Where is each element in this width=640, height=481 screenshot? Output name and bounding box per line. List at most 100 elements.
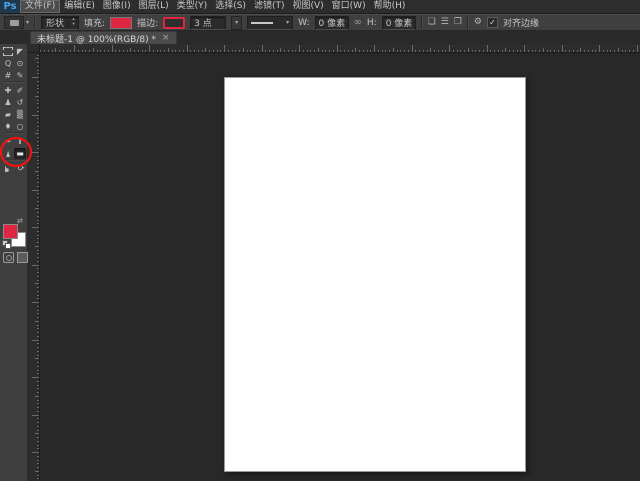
type-tool[interactable]: T bbox=[14, 136, 26, 147]
foreground-color-swatch[interactable] bbox=[3, 224, 18, 239]
crop-tool[interactable]: # bbox=[2, 70, 14, 81]
stroke-style-dropdown[interactable]: ▾ bbox=[247, 16, 293, 30]
menu-item-2[interactable]: 图像(I) bbox=[99, 0, 135, 13]
link-dimensions-icon[interactable]: ∞ bbox=[354, 18, 362, 28]
eyedropper-tool[interactable]: ✎ bbox=[14, 70, 26, 81]
quick-selection-tool[interactable]: ⊙ bbox=[14, 58, 26, 69]
ruler-tick bbox=[213, 50, 214, 52]
menu-item-9[interactable]: 帮助(H) bbox=[370, 0, 410, 13]
history-brush-tool[interactable]: ↺ bbox=[14, 97, 26, 108]
quick-mask-button[interactable] bbox=[3, 252, 14, 263]
pen-tool[interactable]: ✒ bbox=[2, 136, 14, 147]
close-icon[interactable]: × bbox=[162, 34, 170, 43]
document-canvas[interactable] bbox=[224, 77, 526, 472]
ruler-tick bbox=[37, 250, 39, 251]
gear-icon[interactable]: ⚙ bbox=[474, 18, 482, 27]
ruler-tick bbox=[37, 422, 39, 423]
ruler-tick bbox=[445, 50, 446, 52]
brush-tool[interactable]: ✐ bbox=[14, 85, 26, 96]
menu-item-8[interactable]: 窗口(W) bbox=[328, 0, 370, 13]
stroke-width-input[interactable]: 3 点 bbox=[190, 16, 226, 30]
ruler-tick bbox=[35, 283, 39, 284]
menu-item-0[interactable]: 文件(F) bbox=[20, 0, 60, 13]
ruler-tick bbox=[37, 118, 39, 119]
dodge-tool[interactable]: ○ bbox=[14, 121, 26, 132]
hand-tool[interactable]: ☛ bbox=[2, 163, 14, 174]
ruler-tick bbox=[37, 85, 39, 86]
ruler-tick bbox=[37, 280, 39, 281]
ruler-tick bbox=[280, 48, 281, 52]
ruler-tick bbox=[603, 50, 604, 52]
clone-stamp-tool[interactable]: ♟ bbox=[2, 97, 14, 108]
ruler-tick bbox=[397, 50, 398, 52]
ruler-tick bbox=[37, 100, 39, 101]
stroke-color-swatch[interactable] bbox=[163, 17, 185, 29]
menu-item-4[interactable]: 类型(Y) bbox=[173, 0, 212, 13]
path-arrangement-icon[interactable]: ❐ bbox=[454, 18, 462, 27]
ruler-tick bbox=[35, 433, 39, 434]
ruler-tick bbox=[224, 45, 225, 52]
ruler-tick bbox=[475, 50, 476, 52]
ruler-tick bbox=[592, 50, 593, 52]
chevron-down-icon: ▾ bbox=[26, 20, 29, 26]
ruler-tick bbox=[524, 45, 525, 52]
menu-item-7[interactable]: 视图(V) bbox=[288, 0, 327, 13]
ruler-tick bbox=[32, 227, 39, 228]
shape-width-value: 0 像素 bbox=[319, 16, 346, 29]
screen-mode-button[interactable] bbox=[17, 252, 28, 263]
rectangular-marquee-tool[interactable] bbox=[2, 46, 14, 57]
ruler-tick bbox=[35, 471, 39, 472]
rectangle-tool[interactable]: ▬ bbox=[14, 148, 26, 159]
ruler-tick bbox=[299, 45, 300, 52]
ruler-tick bbox=[93, 48, 94, 52]
align-edges-checkbox[interactable]: ✓ bbox=[487, 17, 498, 28]
shape-height-input[interactable]: 0 像素 bbox=[382, 16, 416, 30]
healing-brush-tool[interactable]: ✚ bbox=[2, 85, 14, 96]
type-tool-icon: T bbox=[17, 138, 22, 146]
tools-panel: ◤Q⊙#✎✚✐♟↺▰▒♦○✒T▲▬☛σ⇄ bbox=[0, 44, 28, 481]
ruler-tick bbox=[629, 50, 630, 52]
menu-item-3[interactable]: 图层(L) bbox=[135, 0, 173, 13]
path-operations-icon[interactable]: ❏ bbox=[428, 18, 436, 27]
blur-tool[interactable]: ♦ bbox=[2, 121, 14, 132]
lasso-tool[interactable]: Q bbox=[2, 58, 14, 69]
tool-mode-select[interactable]: 形状 ▴▾ bbox=[41, 16, 79, 30]
ruler-tick bbox=[35, 208, 39, 209]
ruler-tick bbox=[595, 50, 596, 52]
menu-item-6[interactable]: 滤镜(T) bbox=[250, 0, 289, 13]
ruler-tick bbox=[172, 50, 173, 52]
ruler-tick bbox=[359, 50, 360, 52]
default-colors-icon[interactable] bbox=[2, 240, 10, 247]
quick-selection-tool-icon: ⊙ bbox=[17, 60, 24, 68]
zoom-tool[interactable]: σ bbox=[14, 163, 26, 174]
ruler-tick bbox=[32, 190, 39, 191]
horizontal-ruler[interactable] bbox=[40, 44, 640, 53]
ruler-tick bbox=[37, 88, 39, 89]
ruler-tick bbox=[37, 287, 39, 288]
ruler-tick bbox=[48, 50, 49, 52]
ruler-tick bbox=[37, 201, 39, 202]
move-tool[interactable]: ◤ bbox=[14, 46, 26, 57]
stroke-label: 描边: bbox=[137, 16, 158, 29]
gradient-tool[interactable]: ▒ bbox=[14, 109, 26, 120]
ruler-tick bbox=[254, 50, 255, 52]
ruler-tick bbox=[37, 137, 39, 138]
vertical-ruler[interactable] bbox=[28, 53, 40, 481]
ruler-tick bbox=[37, 223, 39, 224]
eraser-tool[interactable]: ▰ bbox=[2, 109, 14, 120]
brush-tool-icon: ✐ bbox=[17, 87, 24, 95]
ruler-tick bbox=[32, 377, 39, 378]
ruler-tick bbox=[198, 50, 199, 52]
stroke-width-dropdown[interactable]: ▾ bbox=[231, 16, 242, 30]
path-alignment-icon[interactable]: ☰ bbox=[441, 18, 449, 27]
menu-item-5[interactable]: 选择(S) bbox=[211, 0, 250, 13]
path-selection-tool[interactable]: ▲ bbox=[2, 148, 14, 159]
menu-item-1[interactable]: 编辑(E) bbox=[60, 0, 99, 13]
fill-color-swatch[interactable] bbox=[110, 17, 132, 29]
height-label: H: bbox=[367, 18, 377, 28]
document-tab[interactable]: 未标题-1 @ 100%(RGB/8) * × bbox=[30, 31, 177, 44]
tool-preset-picker[interactable]: ▾ bbox=[4, 16, 29, 29]
shape-width-input[interactable]: 0 像素 bbox=[315, 16, 349, 30]
ruler-tick bbox=[310, 50, 311, 52]
ruler-tick bbox=[32, 152, 39, 153]
